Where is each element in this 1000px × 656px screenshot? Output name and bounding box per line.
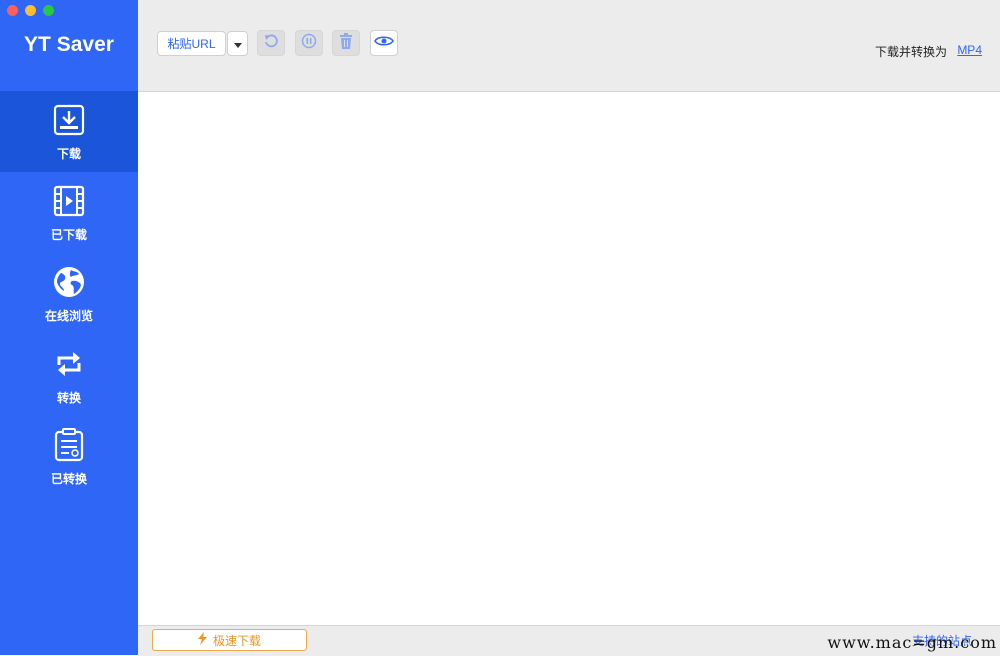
sidebar-item-download[interactable]: 下载	[0, 91, 138, 172]
sidebar-item-label: 下载	[56, 147, 81, 161]
toolbar: 粘贴URL 下载并转换为 MP4	[138, 0, 1000, 92]
film-icon	[52, 184, 86, 218]
turbo-download-label: 极速下载	[212, 633, 261, 648]
convert-to-label: 下载并转换为	[874, 45, 947, 59]
eye-icon	[374, 34, 394, 52]
window-controls	[7, 5, 54, 16]
convert-format-link[interactable]: MP4	[957, 43, 982, 57]
watermark: www.mac=gm.com	[827, 633, 997, 652]
sidebar: YT Saver 下载 已下载 在线浏览 转换 已转换	[0, 0, 138, 655]
globe-icon	[52, 265, 86, 299]
zoom-window-button[interactable]	[43, 5, 54, 16]
minimize-window-button[interactable]	[25, 5, 36, 16]
app-title: YT Saver	[24, 33, 114, 56]
pause-button[interactable]	[295, 30, 323, 56]
trash-icon	[339, 32, 353, 54]
lightning-icon	[197, 632, 207, 648]
delete-button[interactable]	[332, 30, 360, 56]
sidebar-item-label: 转换	[56, 391, 81, 405]
preview-button[interactable]	[370, 30, 398, 56]
convert-icon	[52, 347, 86, 381]
sidebar-item-label: 已转换	[50, 472, 87, 486]
download-list-area	[138, 92, 1000, 625]
turbo-download-button[interactable]: 极速下载	[152, 629, 307, 651]
sidebar-item-label: 在线浏览	[44, 309, 93, 323]
pause-icon	[301, 33, 317, 54]
close-window-button[interactable]	[7, 5, 18, 16]
refresh-button[interactable]	[257, 30, 285, 56]
sidebar-item-convert[interactable]: 转换	[0, 335, 138, 416]
sidebar-item-downloaded[interactable]: 已下载	[0, 172, 138, 253]
document-icon	[52, 428, 86, 462]
sidebar-item-browse[interactable]: 在线浏览	[0, 253, 138, 334]
download-icon	[52, 103, 86, 137]
paste-url-button[interactable]: 粘贴URL	[157, 31, 226, 56]
refresh-icon	[263, 33, 279, 54]
sidebar-item-label: 已下载	[50, 228, 87, 242]
caret-down-icon	[233, 35, 242, 53]
paste-url-dropdown-button[interactable]	[227, 31, 248, 56]
sidebar-item-converted[interactable]: 已转换	[0, 416, 138, 497]
